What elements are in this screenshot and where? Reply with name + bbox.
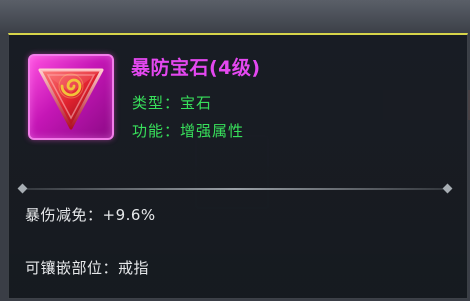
background-header-strip <box>0 0 470 34</box>
stat-equip-slot: 可镶嵌部位：戒指 <box>25 259 150 277</box>
gem-icon <box>38 68 104 130</box>
section-divider <box>15 183 455 194</box>
item-function: 功能：增强属性 <box>132 122 245 140</box>
item-icon-frame <box>28 54 114 140</box>
item-type: 类型：宝石 <box>132 94 213 112</box>
item-tooltip: 暴防宝石(4级) 类型：宝石 功能：增强属性 暴伤减免：+9.6% 可镶嵌部位：… <box>8 33 468 299</box>
divider-diamond-right <box>442 183 453 194</box>
divider-line <box>27 188 443 190</box>
stat-crit-damage-reduction: 暴伤减免：+9.6% <box>25 206 156 224</box>
divider-diamond-left <box>17 183 28 194</box>
item-name: 暴防宝石(4级) <box>131 57 261 79</box>
